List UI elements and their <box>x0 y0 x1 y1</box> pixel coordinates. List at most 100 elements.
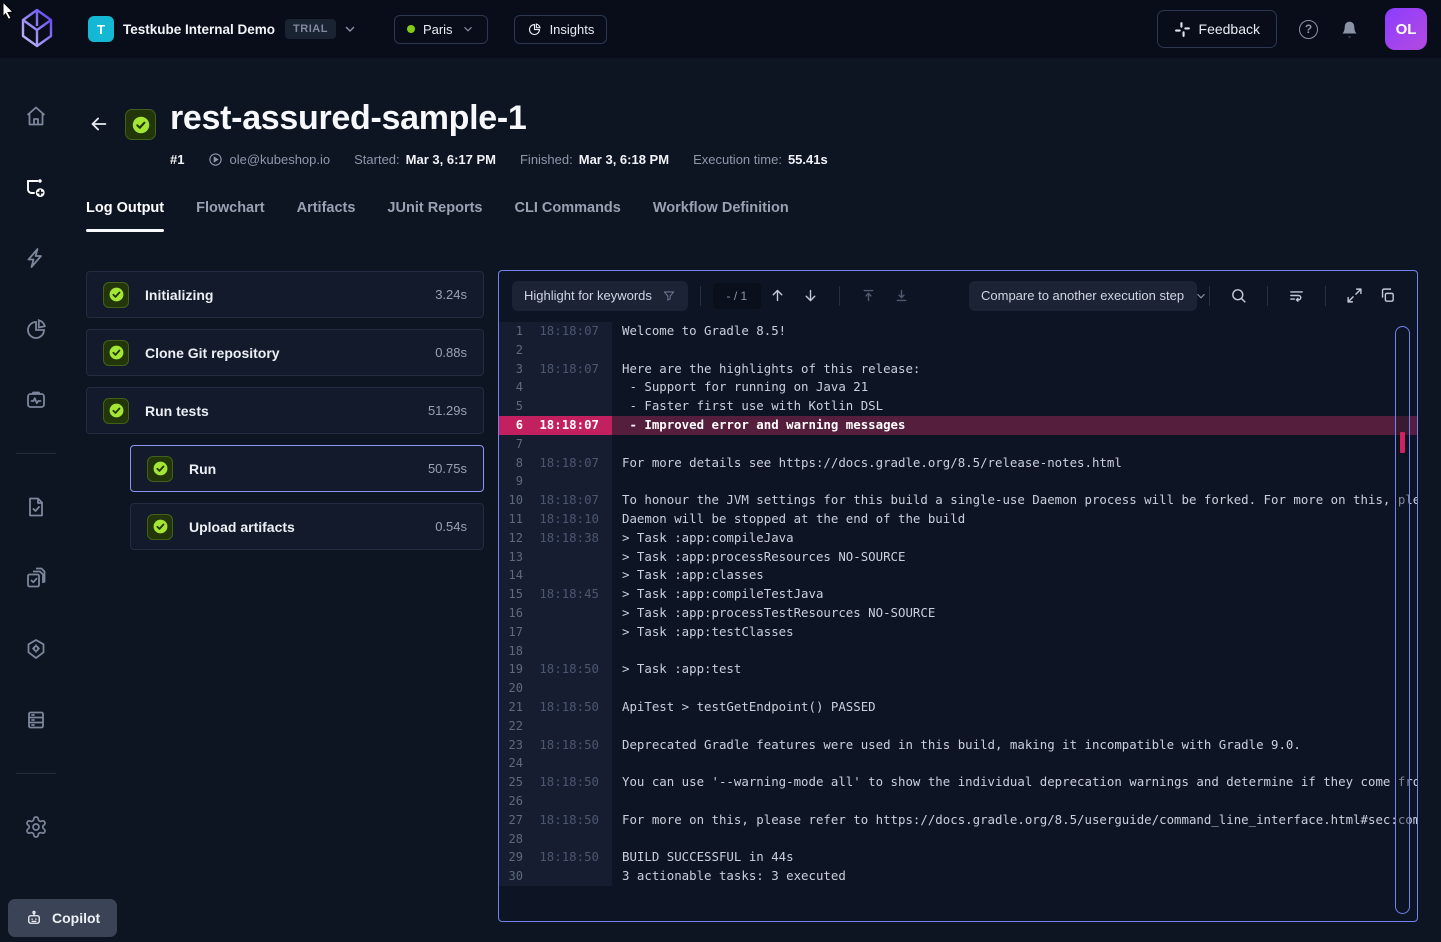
line-text: > Task :app:compileTestJava <box>612 585 1417 604</box>
copy-logs-button[interactable] <box>1379 287 1396 304</box>
log-line-11: 1118:18:10Daemon will be stopped at the … <box>499 510 1417 529</box>
line-number: 25 <box>499 773 532 792</box>
environment-selector[interactable]: Paris <box>394 15 488 44</box>
compare-step-select[interactable]: Compare to another execution step <box>969 281 1197 311</box>
scroll-top-icon <box>860 287 877 304</box>
step-success-icon <box>103 282 129 308</box>
execution-time-value: 55.41s <box>788 152 828 167</box>
line-number: 29 <box>499 848 532 867</box>
line-number: 3 <box>499 360 532 379</box>
line-number: 2 <box>499 341 532 360</box>
fullscreen-button[interactable] <box>1346 287 1363 304</box>
line-number: 12 <box>499 529 532 548</box>
line-text: > Task :app:processResources NO-SOURCE <box>612 548 1417 567</box>
step-clone-git-repository[interactable]: Clone Git repository0.88s <box>86 329 484 376</box>
log-line-12: 1218:18:38> Task :app:compileJava <box>499 529 1417 548</box>
log-line-3: 318:18:07Here are the highlights of this… <box>499 360 1417 379</box>
workspace-avatar[interactable]: T <box>88 16 114 42</box>
line-timestamp: 18:18:50 <box>532 736 612 755</box>
line-timestamp <box>532 566 612 585</box>
mouse-cursor-icon <box>1 1 17 21</box>
line-timestamp: 18:18:50 <box>532 811 612 830</box>
copy-icon <box>1379 287 1396 304</box>
sidebar-item-monitors[interactable] <box>16 380 56 420</box>
step-label: Run tests <box>145 403 209 419</box>
next-match-button[interactable] <box>802 287 819 304</box>
back-button[interactable] <box>88 113 110 135</box>
tab-artifacts[interactable]: Artifacts <box>297 200 356 232</box>
insights-button[interactable]: Insights <box>514 15 608 44</box>
search-logs-button[interactable] <box>1230 287 1247 304</box>
line-text <box>612 341 1417 360</box>
line-timestamp <box>532 472 612 491</box>
sidebar-item-insights[interactable] <box>16 309 56 349</box>
step-run[interactable]: Run50.75s <box>130 445 484 492</box>
arrow-down-icon <box>802 287 819 304</box>
sidebar-item-tests[interactable] <box>16 487 56 527</box>
sidebar-item-triggers[interactable] <box>16 238 56 278</box>
log-line-28: 28 <box>499 830 1417 849</box>
trial-badge: TRIAL <box>285 19 336 39</box>
step-initializing[interactable]: Initializing3.24s <box>86 271 484 318</box>
feedback-button[interactable]: Feedback <box>1157 10 1277 48</box>
line-number: 20 <box>499 679 532 698</box>
toolbar-divider <box>700 286 701 306</box>
line-text: ApiTest > testGetEndpoint() PASSED <box>612 698 1417 717</box>
line-timestamp: 18:18:07 <box>532 454 612 473</box>
line-timestamp <box>532 378 612 397</box>
highlight-keywords-filter[interactable]: Highlight for keywords <box>512 281 688 311</box>
log-line-8: 818:18:07For more details see https://do… <box>499 454 1417 473</box>
robot-icon <box>25 909 43 927</box>
tab-workflow-definition[interactable]: Workflow Definition <box>653 200 789 232</box>
sidebar-item-home[interactable] <box>16 96 56 136</box>
sidebar-item-services[interactable] <box>16 700 56 740</box>
notifications-button[interactable] <box>1340 20 1359 39</box>
log-line-7: 7 <box>499 435 1417 454</box>
line-text: For more details see https://docs.gradle… <box>612 454 1417 473</box>
play-circle-icon <box>208 152 223 167</box>
line-timestamp: 18:18:50 <box>532 773 612 792</box>
copilot-button[interactable]: Copilot <box>8 899 117 937</box>
tab-junit-reports[interactable]: JUnit Reports <box>387 200 482 232</box>
user-avatar[interactable]: OL <box>1385 8 1427 50</box>
step-duration: 3.24s <box>435 287 467 302</box>
line-number: 4 <box>499 378 532 397</box>
line-text: Daemon will be stopped at the end of the… <box>612 510 1417 529</box>
tab-log-output[interactable]: Log Output <box>86 200 164 232</box>
step-run-tests[interactable]: Run tests51.29s <box>86 387 484 434</box>
expand-icon <box>1346 287 1363 304</box>
bell-icon <box>1340 20 1359 39</box>
log-line-1: 118:18:07Welcome to Gradle 8.5! <box>499 322 1417 341</box>
tab-cli-commands[interactable]: CLI Commands <box>515 200 621 232</box>
sidebar-item-security[interactable] <box>16 629 56 669</box>
help-button[interactable]: ? <box>1299 20 1318 39</box>
log-panel: Highlight for keywords - / 1 Compare to … <box>498 270 1418 922</box>
wrap-lines-button[interactable] <box>1288 287 1305 304</box>
log-line-22: 22 <box>499 717 1417 736</box>
line-text: Deprecated Gradle features were used in … <box>612 736 1417 755</box>
scroll-to-top-button[interactable] <box>860 287 877 304</box>
tab-flowchart[interactable]: Flowchart <box>196 200 264 232</box>
line-timestamp: 18:18:07 <box>532 416 612 435</box>
sidebar-item-test-suites[interactable] <box>16 558 56 598</box>
line-text <box>612 717 1417 736</box>
line-text: You can use '--warning-mode all' to show… <box>612 773 1417 792</box>
testkube-logo-icon[interactable] <box>14 4 60 54</box>
scroll-to-bottom-button[interactable] <box>893 287 910 304</box>
log-line-30: 303 actionable tasks: 3 executed <box>499 867 1417 886</box>
scroll-bottom-icon <box>893 287 910 304</box>
line-text <box>612 472 1417 491</box>
started-meta: Started:Mar 3, 6:17 PM <box>354 152 496 167</box>
log-scrollbar[interactable] <box>1395 326 1410 914</box>
step-upload-artifacts[interactable]: Upload artifacts0.54s <box>130 503 484 550</box>
insights-icon <box>527 22 542 37</box>
line-timestamp <box>532 604 612 623</box>
workspace-chevron-down-icon[interactable] <box>342 21 358 37</box>
line-text: Welcome to Gradle 8.5! <box>612 322 1417 341</box>
line-number: 15 <box>499 585 532 604</box>
execution-status-icon <box>125 109 156 140</box>
sidebar-item-workflows[interactable] <box>16 167 56 207</box>
sidebar-item-settings[interactable] <box>16 807 56 847</box>
line-text <box>612 792 1417 811</box>
previous-match-button[interactable] <box>769 287 786 304</box>
